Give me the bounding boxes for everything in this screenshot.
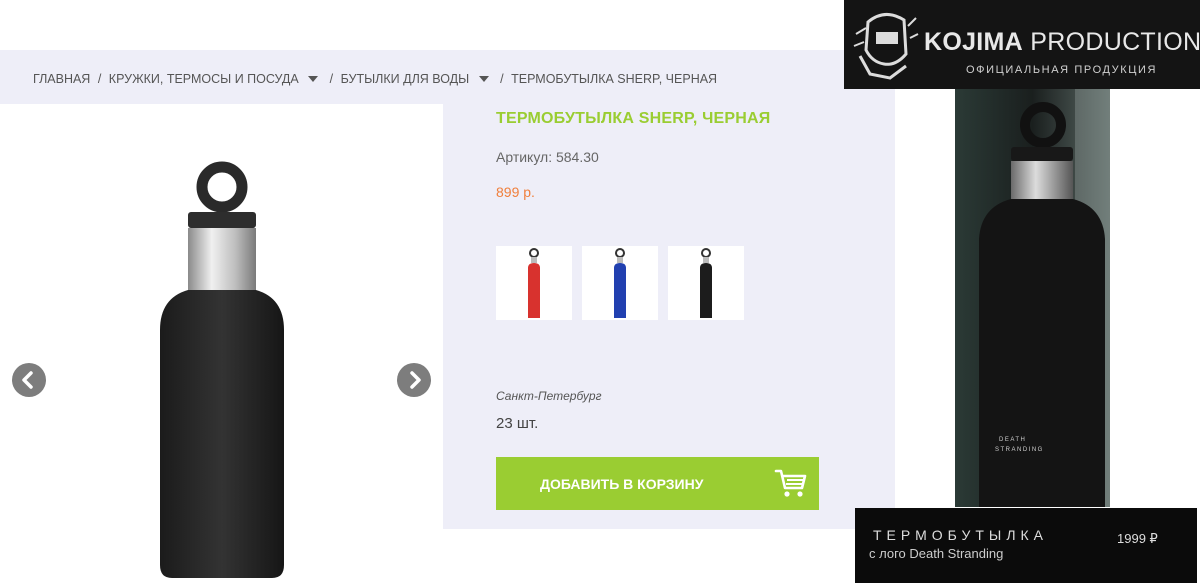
price-tag: ТЕРМОБУТЫЛКА с лого Death Stranding 1999…	[855, 508, 1197, 583]
ludens-logo-icon	[853, 13, 919, 80]
product-title: ТЕРМОБУТЫЛКА SHERP, ЧЕРНАЯ	[496, 110, 771, 127]
add-to-cart-label: ДОБАВИТЬ В КОРЗИНУ	[540, 476, 704, 492]
brand-subtitle: ОФИЦИАЛЬНАЯ ПРОДУКЦИЯ	[966, 64, 1158, 76]
black-bottle-thumbnail	[700, 248, 712, 318]
chevron-left-icon	[22, 371, 33, 389]
breadcrumb-separator: /	[329, 71, 334, 86]
color-variant-blue[interactable]	[582, 246, 658, 320]
red-bottle-thumbnail	[528, 248, 540, 318]
death-stranding-bottle-photo: DEATH STRANDING	[955, 89, 1110, 507]
bottle-print-stranding: STRANDING	[995, 447, 1044, 453]
breadcrumb-water-bottles[interactable]: Бутылки для воды	[341, 72, 470, 86]
brand-name-suffix: PRODUCTIONS	[1030, 28, 1200, 56]
color-variant-red[interactable]	[496, 246, 572, 320]
brand-name: KOJIMA PRODUCTIONS	[924, 28, 1200, 57]
stock-quantity: 23 шт.	[496, 415, 539, 432]
breadcrumb: Главная / Кружки, термосы и посуда / Бут…	[33, 71, 717, 86]
price-tag-price: 1999 ₽	[1117, 531, 1158, 546]
brand-name-prefix: KOJIMA	[924, 28, 1024, 56]
breadcrumb-home[interactable]: Главная	[33, 72, 90, 86]
shopping-cart-icon	[774, 469, 807, 497]
gallery-prev-button[interactable]	[12, 363, 46, 397]
bottle-photo: DEATH STRANDING	[955, 89, 1110, 507]
gallery-next-button[interactable]	[397, 363, 431, 397]
kojima-productions-banner: KOJIMA PRODUCTIONS ОФИЦИАЛЬНАЯ ПРОДУКЦИЯ	[844, 0, 1200, 89]
breadcrumb-current: Термобутылка Sherp, черная	[511, 71, 718, 86]
blue-bottle-thumbnail	[614, 248, 626, 318]
caret-down-icon[interactable]	[478, 75, 489, 82]
caret-down-icon[interactable]	[308, 75, 319, 82]
product-page: Главная / Кружки, термосы и посуда / Бут…	[0, 50, 905, 578]
breadcrumb-mugs-thermoses[interactable]: Кружки, термосы и посуда	[109, 72, 299, 86]
product-sku: Артикул: 584.30	[496, 149, 599, 165]
breadcrumb-separator: /	[500, 71, 504, 86]
price-tag-title: ТЕРМОБУТЫЛКА	[873, 527, 1049, 543]
add-to-cart-button[interactable]: ДОБАВИТЬ В КОРЗИНУ	[496, 457, 819, 510]
product-price: 899 р.	[496, 184, 535, 200]
price-tag-subtitle: с лого Death Stranding	[869, 546, 1004, 561]
stock-city: Санкт-Петербург	[496, 389, 602, 403]
product-main-image	[160, 161, 284, 578]
product-info-panel: ТЕРМОБУТЫЛКА SHERP, ЧЕРНАЯ Артикул: 584.…	[443, 104, 895, 529]
chevron-right-icon	[410, 371, 421, 389]
color-variant-black[interactable]	[668, 246, 744, 320]
breadcrumb-separator: /	[97, 71, 102, 86]
breadcrumb-bar: Главная / Кружки, термосы и посуда / Бут…	[0, 50, 895, 104]
bottle-print-death: DEATH	[999, 437, 1026, 443]
